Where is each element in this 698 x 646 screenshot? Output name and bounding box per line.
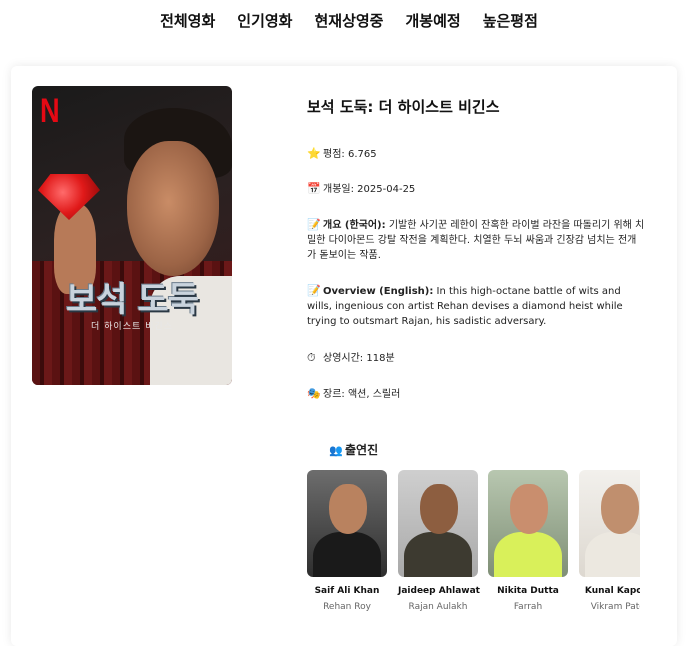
release-label: 개봉일: xyxy=(323,184,354,195)
actor-photo xyxy=(579,470,640,577)
stopwatch-icon: ⏱ xyxy=(307,351,316,364)
release-value: 2025-04-25 xyxy=(357,184,416,195)
actor-name: Jaideep Ahlawat xyxy=(398,586,480,596)
genre-label: 장르: xyxy=(323,389,345,400)
nav-upcoming[interactable]: 개봉예정 xyxy=(406,8,461,33)
cast-member[interactable]: Jaideep Ahlawat Rajan Aulakh xyxy=(398,470,480,615)
poster-subtitle-art: 더 하이스트 비긴스 xyxy=(91,322,173,332)
runtime-row: ⏱ 상영시간: 118분 xyxy=(307,350,645,366)
runtime-label: 상영시간: xyxy=(323,353,364,364)
actor-role: Farrah xyxy=(513,602,543,612)
genre-row: 🎭 장르: 액션, 스릴러 xyxy=(307,386,645,402)
rating-value: 6.765 xyxy=(347,149,377,160)
cast-list[interactable]: Saif Ali Khan Rehan Roy Jaideep Ahlawat … xyxy=(307,470,640,620)
cast-heading: 👥 출연진 xyxy=(329,443,379,457)
actor-photo xyxy=(398,470,478,577)
cast-member[interactable]: Kunal Kapoor Vikram Patel xyxy=(579,470,640,615)
poster-title-art: 보석 도둑 xyxy=(66,280,199,320)
top-nav: 전체영화 인기영화 현재상영중 개봉예정 높은평점 xyxy=(0,8,698,33)
actor-role: Rehan Roy xyxy=(323,602,371,612)
rating-row: ⭐ 평점: 6.765 xyxy=(307,146,645,162)
rating-label: 평점: xyxy=(323,149,345,160)
overview-ko-row: 📝 개요 (한국어): 기발한 사기꾼 레한이 잔혹한 라이벌 라잔을 따돌리기 … xyxy=(307,217,645,263)
actor-name: Nikita Dutta xyxy=(497,586,559,596)
actor-photo xyxy=(307,470,387,577)
nav-all-movies[interactable]: 전체영화 xyxy=(160,8,215,33)
actor-role: Rajan Aulakh xyxy=(408,602,468,612)
netflix-logo: N xyxy=(40,92,60,130)
genre-value: 액션, 스릴러 xyxy=(347,389,401,400)
masks-icon: 🎭 xyxy=(307,387,321,400)
movie-detail-card: N 보석 도둑 더 하이스트 비긴스 보석 도둑: 더 하이스트 비긴스 ⭐ 평점… xyxy=(11,66,677,646)
nav-popular-movies[interactable]: 인기영화 xyxy=(237,8,292,33)
release-row: 📅 개봉일: 2025-04-25 xyxy=(307,181,645,197)
actor-role: Vikram Patel xyxy=(590,602,640,612)
calendar-icon: 📅 xyxy=(307,182,321,195)
overview-en-row: 📝 Overview (English): In this high-octane… xyxy=(307,283,645,329)
people-icon: 👥 xyxy=(329,444,343,457)
movie-poster: N 보석 도둑 더 하이스트 비긴스 xyxy=(32,86,232,385)
cast-member[interactable]: Nikita Dutta Farrah xyxy=(488,470,568,615)
runtime-value: 118분 xyxy=(366,353,395,364)
star-icon: ⭐ xyxy=(307,147,321,160)
movie-title: 보석 도둑: 더 하이스트 비긴스 xyxy=(307,98,500,116)
cast-member[interactable]: Saif Ali Khan Rehan Roy xyxy=(307,470,387,615)
memo-icon: 📝 xyxy=(307,218,321,231)
actor-name: Kunal Kapoor xyxy=(584,586,640,596)
overview-en-label: Overview (English): xyxy=(323,286,434,297)
actor-photo xyxy=(488,470,568,577)
nav-now-playing[interactable]: 현재상영중 xyxy=(314,8,383,33)
overview-ko-label: 개요 (한국어): xyxy=(323,220,386,231)
memo-icon: 📝 xyxy=(307,284,321,297)
actor-name: Saif Ali Khan xyxy=(314,586,380,596)
nav-top-rated[interactable]: 높은평점 xyxy=(483,8,538,33)
